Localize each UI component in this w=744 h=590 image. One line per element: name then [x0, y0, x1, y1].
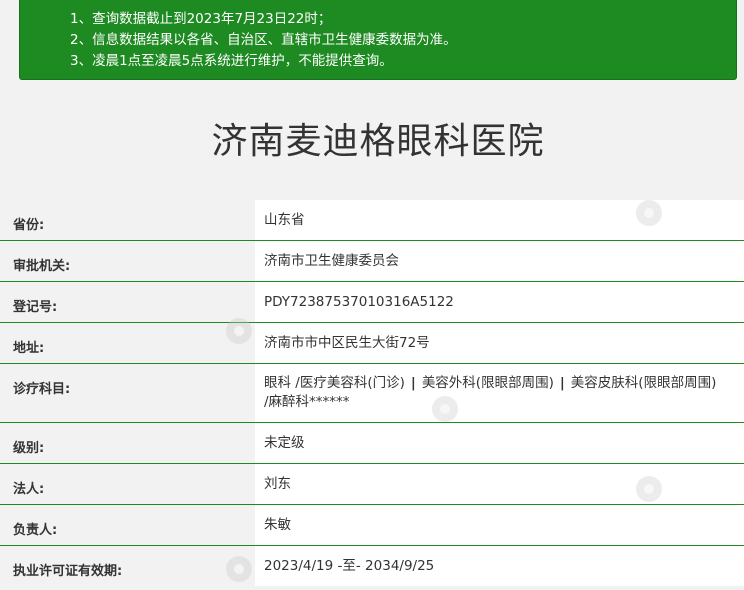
- row-label-address: 地址:: [0, 323, 255, 363]
- row-label-departments: 诊疗科目:: [0, 364, 255, 422]
- department-separator: |: [559, 375, 565, 391]
- row-value-province: 山东省: [255, 200, 744, 240]
- row-value-level: 未定级: [255, 423, 744, 463]
- notice-line-2: 2、信息数据结果以各省、自治区、直辖市卫生健康委数据为准。: [70, 32, 457, 48]
- row-label-approval-authority: 审批机关:: [0, 241, 255, 281]
- department-item: 美容外科(限眼部周围): [421, 375, 554, 391]
- row-level: 级别: 未定级: [0, 423, 744, 464]
- row-value-registration-number: PDY72387537010316A5122: [255, 282, 744, 322]
- row-value-license-validity: 2023/4/19 -至- 2034/9/25: [255, 546, 744, 586]
- row-legal-person: 法人: 刘东: [0, 464, 744, 505]
- department-separator: |: [410, 375, 416, 391]
- row-registration-number: 登记号: PDY72387537010316A5122: [0, 282, 744, 323]
- row-address: 地址: 济南市市中区民生大街72号: [0, 323, 744, 364]
- row-label-province: 省份:: [0, 200, 255, 240]
- row-departments: 诊疗科目: 眼科 /医疗美容科(门诊) | 美容外科(限眼部周围) | 美容皮肤科(限眼…: [0, 364, 744, 423]
- department-item: 美容皮肤科(限眼部周围): [570, 375, 717, 391]
- row-province: 省份: 山东省: [0, 200, 744, 241]
- row-value-approval-authority: 济南市卫生健康委员会: [255, 241, 744, 281]
- row-label-registration-number: 登记号:: [0, 282, 255, 322]
- row-value-person-in-charge: 朱敏: [255, 505, 744, 545]
- row-value-address: 济南市市中区民生大街72号: [255, 323, 744, 363]
- row-license-validity: 执业许可证有效期: 2023/4/19 -至- 2034/9/25: [0, 546, 744, 587]
- row-label-legal-person: 法人:: [0, 464, 255, 504]
- row-value-departments: 眼科 /医疗美容科(门诊) | 美容外科(限眼部周围) | 美容皮肤科(限眼部周围) /麻…: [255, 364, 744, 422]
- row-value-legal-person: 刘东: [255, 464, 744, 504]
- department-item: /麻醉科******: [264, 394, 350, 410]
- row-person-in-charge: 负责人: 朱敏: [0, 505, 744, 546]
- hospital-title: 济南麦迪格眼科医院: [211, 121, 545, 162]
- notice-line-1: 1、查询数据截止到2023年7月23日22时；: [70, 11, 332, 27]
- row-label-license-validity: 执业许可证有效期:: [0, 546, 255, 587]
- row-label-person-in-charge: 负责人:: [0, 505, 255, 545]
- row-label-level: 级别:: [0, 423, 255, 463]
- info-table: 省份: 山东省 审批机关: 济南市卫生健康委员会 登记号: PDY7238753…: [0, 200, 744, 587]
- department-item: 眼科 /医疗美容科(门诊): [264, 375, 405, 391]
- notice-banner: 1、查询数据截止到2023年7月23日22时； 2、信息数据结果以各省、自治区、…: [19, 0, 737, 80]
- notice-line-3: 3、凌晨1点至凌晨5点系统进行维护，不能提供查询。: [70, 53, 393, 69]
- row-approval-authority: 审批机关: 济南市卫生健康委员会: [0, 241, 744, 282]
